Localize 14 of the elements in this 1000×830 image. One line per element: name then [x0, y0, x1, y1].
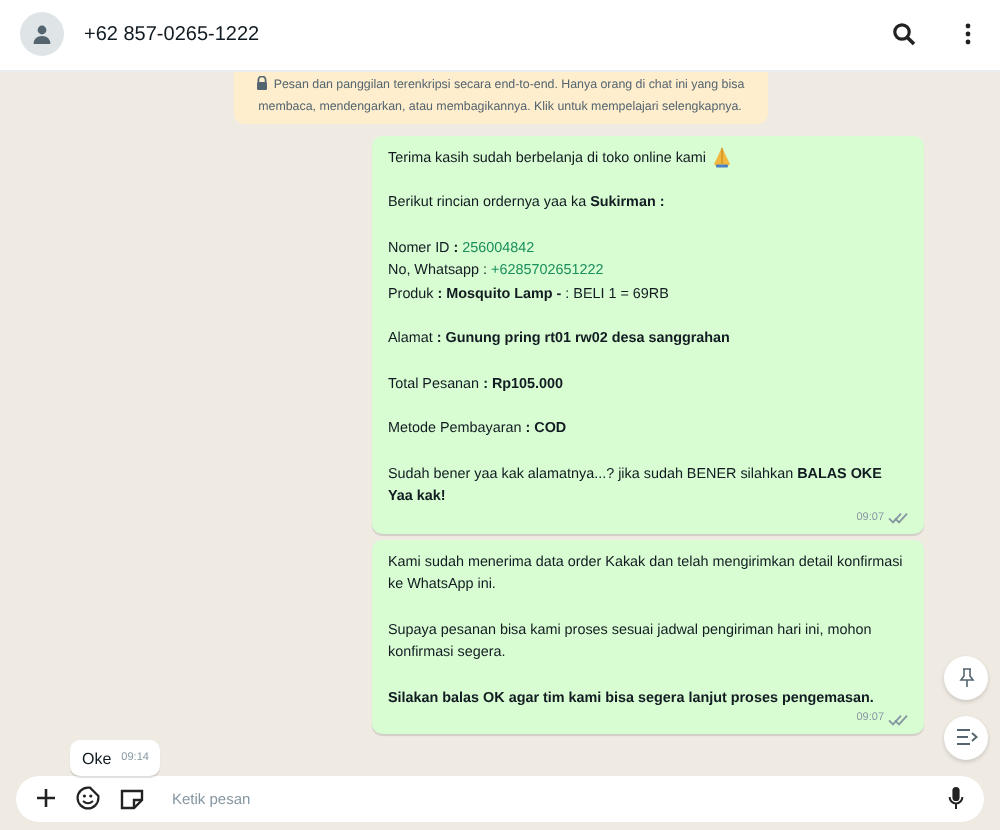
contact-name: +62 857-0265-1222	[84, 23, 262, 46]
lock-icon	[255, 75, 268, 90]
pin-icon	[957, 667, 975, 688]
more-menu-icon[interactable]	[964, 22, 972, 47]
list-arrow-icon	[955, 728, 977, 747]
avatar-icon[interactable]	[20, 12, 64, 57]
message-text: Oke	[82, 748, 112, 771]
search-icon[interactable]	[892, 22, 916, 47]
plus-icon[interactable]	[36, 788, 56, 809]
pin-button[interactable]	[944, 655, 988, 700]
microphone-icon[interactable]	[948, 786, 964, 811]
list-button[interactable]	[944, 715, 988, 760]
sticker-icon[interactable]	[76, 786, 100, 811]
sticker-note-icon[interactable]	[120, 787, 144, 810]
